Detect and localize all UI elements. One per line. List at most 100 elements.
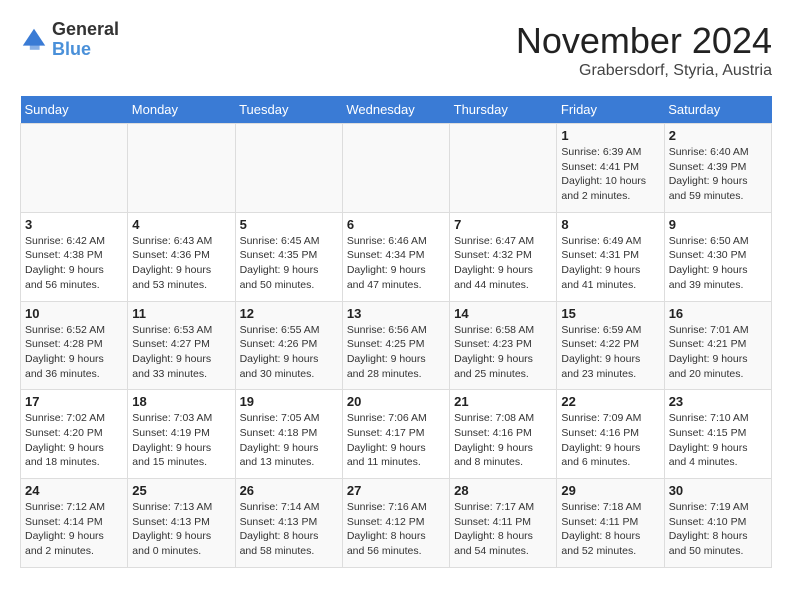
weekday-header-saturday: Saturday <box>664 96 771 124</box>
day-info: Sunrise: 7:01 AM Sunset: 4:21 PM Dayligh… <box>669 323 767 382</box>
day-number: 27 <box>347 483 445 498</box>
calendar-cell: 9Sunrise: 6:50 AM Sunset: 4:30 PM Daylig… <box>664 212 771 301</box>
calendar-cell: 25Sunrise: 7:13 AM Sunset: 4:13 PM Dayli… <box>128 479 235 568</box>
day-number: 8 <box>561 217 659 232</box>
day-number: 10 <box>25 306 123 321</box>
day-info: Sunrise: 6:45 AM Sunset: 4:35 PM Dayligh… <box>240 234 338 293</box>
calendar-cell <box>342 124 449 213</box>
day-number: 17 <box>25 394 123 409</box>
day-info: Sunrise: 7:14 AM Sunset: 4:13 PM Dayligh… <box>240 500 338 559</box>
day-number: 24 <box>25 483 123 498</box>
weekday-header-tuesday: Tuesday <box>235 96 342 124</box>
page-header: General Blue November 2024 Grabersdorf, … <box>20 20 772 80</box>
day-number: 9 <box>669 217 767 232</box>
day-number: 22 <box>561 394 659 409</box>
calendar-cell: 24 Sunrise: 7:12 AM Sunset: 4:14 PM Dayli… <box>21 479 128 568</box>
day-number: 16 <box>669 306 767 321</box>
weekday-header-sunday: Sunday <box>21 96 128 124</box>
calendar-cell: 13 Sunrise: 6:56 AM Sunset: 4:25 PM Dayli… <box>342 301 449 390</box>
calendar-header: SundayMondayTuesdayWednesdayThursdayFrid… <box>21 96 772 124</box>
calendar-cell: 17 Sunrise: 7:02 AM Sunset: 4:20 PM Dayli… <box>21 390 128 479</box>
day-number: 1 <box>561 128 659 143</box>
day-number: 2 <box>669 128 767 143</box>
day-number: 7 <box>454 217 552 232</box>
day-number: 4 <box>132 217 230 232</box>
calendar-cell: 30Sunrise: 7:19 AM Sunset: 4:10 PM Dayli… <box>664 479 771 568</box>
calendar-cell: 15 Sunrise: 6:59 AM Sunset: 4:22 PM Dayli… <box>557 301 664 390</box>
calendar-cell: 19Sunrise: 7:05 AM Sunset: 4:18 PM Dayli… <box>235 390 342 479</box>
day-number: 20 <box>347 394 445 409</box>
day-info: Sunrise: 6:53 AM Sunset: 4:27 PM Dayligh… <box>132 323 230 382</box>
calendar-cell: 21 Sunrise: 7:08 AM Sunset: 4:16 PM Dayli… <box>450 390 557 479</box>
weekday-header-wednesday: Wednesday <box>342 96 449 124</box>
week-row-2: 3 Sunrise: 6:42 AM Sunset: 4:38 PM Daylig… <box>21 212 772 301</box>
day-number: 21 <box>454 394 552 409</box>
calendar-cell: 8 Sunrise: 6:49 AM Sunset: 4:31 PM Daylig… <box>557 212 664 301</box>
day-number: 26 <box>240 483 338 498</box>
day-number: 28 <box>454 483 552 498</box>
calendar-cell <box>450 124 557 213</box>
calendar-cell: 12Sunrise: 6:55 AM Sunset: 4:26 PM Dayli… <box>235 301 342 390</box>
calendar-cell: 5 Sunrise: 6:45 AM Sunset: 4:35 PM Daylig… <box>235 212 342 301</box>
calendar-cell: 14 Sunrise: 6:58 AM Sunset: 4:23 PM Dayli… <box>450 301 557 390</box>
title-block: November 2024 Grabersdorf, Styria, Austr… <box>516 20 772 80</box>
logo-text: General Blue <box>52 20 119 60</box>
day-info: Sunrise: 6:58 AM Sunset: 4:23 PM Dayligh… <box>454 323 552 382</box>
calendar-cell: 11 Sunrise: 6:53 AM Sunset: 4:27 PM Dayli… <box>128 301 235 390</box>
location: Grabersdorf, Styria, Austria <box>516 62 772 80</box>
week-row-1: 1Sunrise: 6:39 AM Sunset: 4:41 PM Daylig… <box>21 124 772 213</box>
logo-blue: Blue <box>52 39 91 59</box>
calendar-cell <box>235 124 342 213</box>
calendar-cell: 10 Sunrise: 6:52 AM Sunset: 4:28 PM Dayli… <box>21 301 128 390</box>
day-number: 19 <box>240 394 338 409</box>
day-info: Sunrise: 7:17 AM Sunset: 4:11 PM Dayligh… <box>454 500 552 559</box>
day-info: Sunrise: 6:49 AM Sunset: 4:31 PM Dayligh… <box>561 234 659 293</box>
day-info: Sunrise: 7:03 AM Sunset: 4:19 PM Dayligh… <box>132 411 230 470</box>
day-number: 18 <box>132 394 230 409</box>
day-info: Sunrise: 6:59 AM Sunset: 4:22 PM Dayligh… <box>561 323 659 382</box>
day-number: 13 <box>347 306 445 321</box>
calendar-cell: 27 Sunrise: 7:16 AM Sunset: 4:12 PM Dayli… <box>342 479 449 568</box>
day-number: 15 <box>561 306 659 321</box>
calendar-cell: 6 Sunrise: 6:46 AM Sunset: 4:34 PM Daylig… <box>342 212 449 301</box>
calendar-cell: 26 Sunrise: 7:14 AM Sunset: 4:13 PM Dayli… <box>235 479 342 568</box>
day-info: Sunrise: 6:56 AM Sunset: 4:25 PM Dayligh… <box>347 323 445 382</box>
calendar-cell: 7Sunrise: 6:47 AM Sunset: 4:32 PM Daylig… <box>450 212 557 301</box>
calendar-cell <box>21 124 128 213</box>
calendar-cell: 4Sunrise: 6:43 AM Sunset: 4:36 PM Daylig… <box>128 212 235 301</box>
logo-icon <box>20 26 48 54</box>
day-number: 6 <box>347 217 445 232</box>
day-number: 30 <box>669 483 767 498</box>
day-info: Sunrise: 7:10 AM Sunset: 4:15 PM Dayligh… <box>669 411 767 470</box>
day-info: Sunrise: 7:02 AM Sunset: 4:20 PM Dayligh… <box>25 411 123 470</box>
day-number: 25 <box>132 483 230 498</box>
calendar-cell: 20Sunrise: 7:06 AM Sunset: 4:17 PM Dayli… <box>342 390 449 479</box>
weekday-header-friday: Friday <box>557 96 664 124</box>
day-info: Sunrise: 6:46 AM Sunset: 4:34 PM Dayligh… <box>347 234 445 293</box>
day-number: 14 <box>454 306 552 321</box>
calendar-cell: 28 Sunrise: 7:17 AM Sunset: 4:11 PM Dayli… <box>450 479 557 568</box>
day-info: Sunrise: 7:16 AM Sunset: 4:12 PM Dayligh… <box>347 500 445 559</box>
month-title: November 2024 <box>516 20 772 62</box>
day-number: 5 <box>240 217 338 232</box>
day-info: Sunrise: 7:12 AM Sunset: 4:14 PM Dayligh… <box>25 500 123 559</box>
day-info: Sunrise: 7:09 AM Sunset: 4:16 PM Dayligh… <box>561 411 659 470</box>
calendar-cell: 3 Sunrise: 6:42 AM Sunset: 4:38 PM Daylig… <box>21 212 128 301</box>
week-row-4: 17 Sunrise: 7:02 AM Sunset: 4:20 PM Dayli… <box>21 390 772 479</box>
day-number: 29 <box>561 483 659 498</box>
weekday-row: SundayMondayTuesdayWednesdayThursdayFrid… <box>21 96 772 124</box>
calendar-cell: 29Sunrise: 7:18 AM Sunset: 4:11 PM Dayli… <box>557 479 664 568</box>
calendar-cell <box>128 124 235 213</box>
day-info: Sunrise: 6:40 AM Sunset: 4:39 PM Dayligh… <box>669 145 767 204</box>
day-info: Sunrise: 6:52 AM Sunset: 4:28 PM Dayligh… <box>25 323 123 382</box>
day-number: 3 <box>25 217 123 232</box>
weekday-header-monday: Monday <box>128 96 235 124</box>
day-info: Sunrise: 7:08 AM Sunset: 4:16 PM Dayligh… <box>454 411 552 470</box>
logo: General Blue <box>20 20 119 60</box>
day-info: Sunrise: 6:42 AM Sunset: 4:38 PM Dayligh… <box>25 234 123 293</box>
day-number: 23 <box>669 394 767 409</box>
calendar-cell: 22 Sunrise: 7:09 AM Sunset: 4:16 PM Dayli… <box>557 390 664 479</box>
day-number: 11 <box>132 306 230 321</box>
calendar-cell: 18 Sunrise: 7:03 AM Sunset: 4:19 PM Dayli… <box>128 390 235 479</box>
weekday-header-thursday: Thursday <box>450 96 557 124</box>
